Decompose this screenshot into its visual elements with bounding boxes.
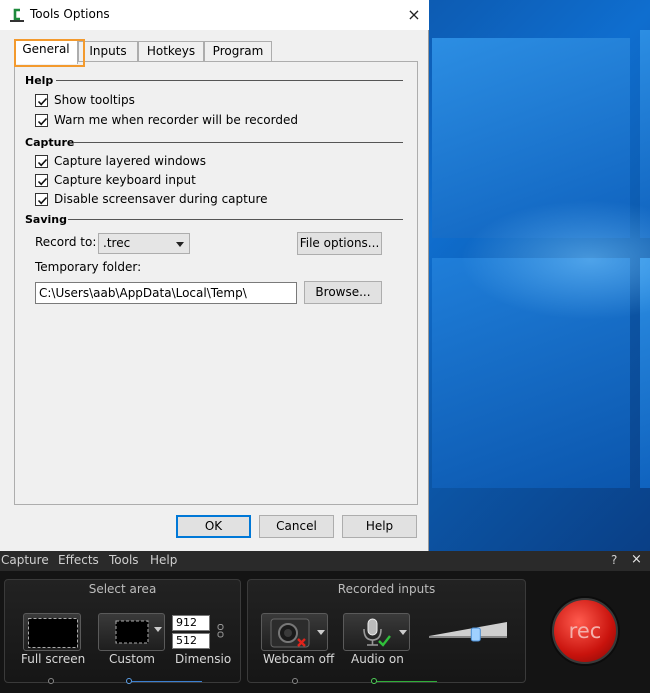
audio-label: Audio on: [351, 652, 404, 666]
help-button[interactable]: Help: [342, 515, 417, 538]
chevron-down-icon[interactable]: [399, 630, 407, 635]
checkbox[interactable]: [35, 174, 48, 187]
section-help-heading: Help: [25, 74, 54, 87]
checkbox-label: Warn me when recorder will be recorded: [54, 113, 298, 127]
cancel-button[interactable]: Cancel: [259, 515, 334, 538]
webcam-icon: [270, 618, 310, 648]
light-glow: [460, 200, 650, 320]
webcam-button[interactable]: [261, 613, 328, 651]
checkbox[interactable]: [35, 155, 48, 168]
tab-label: Hotkeys: [146, 44, 196, 58]
checkbox-label: Disable screensaver during capture: [54, 192, 268, 206]
recorded-inputs-group: Recorded inputs Webcam off Audio on: [247, 579, 526, 684]
select-value: .trec: [103, 236, 131, 250]
chevron-down-icon[interactable]: [317, 630, 325, 635]
custom-label: Custom: [109, 652, 155, 666]
tab-highlight-frame: [14, 39, 85, 67]
height-input[interactable]: 512: [172, 633, 210, 649]
chevron-down-icon[interactable]: [154, 627, 162, 632]
recorder-menu-bar: Capture Effects Tools Help ? ×: [0, 551, 650, 571]
temp-folder-input[interactable]: C:\Users\aab\AppData\Local\Temp\: [35, 282, 297, 304]
custom-area-button[interactable]: [98, 613, 165, 651]
record-to-select[interactable]: .trec: [98, 233, 190, 254]
webcam-label: Webcam off: [263, 652, 335, 666]
section-capture-heading: Capture: [25, 136, 75, 149]
indicator-line: [377, 681, 437, 682]
close-icon[interactable]: ×: [631, 552, 642, 567]
recorder-toolbar: Capture Effects Tools Help ? × Select ar…: [0, 551, 650, 693]
section-divider: [56, 80, 403, 81]
tab-inputs[interactable]: Inputs: [78, 41, 138, 62]
custom-area-icon: [115, 620, 149, 644]
title-bar[interactable]: Tools Options ×: [0, 0, 429, 30]
group-title: Recorded inputs: [337, 582, 436, 596]
indicator-dot: [48, 678, 54, 684]
section-divider: [68, 219, 403, 220]
audio-button[interactable]: [343, 613, 410, 651]
menu-help[interactable]: Help: [150, 553, 177, 567]
indicator-dot: [292, 678, 298, 684]
tab-label: Inputs: [89, 44, 127, 58]
dimensions-label: Dimensio: [175, 652, 232, 666]
menu-tools[interactable]: Tools: [109, 553, 139, 567]
checkbox-label: Capture keyboard input: [54, 173, 196, 187]
section-divider: [74, 142, 403, 143]
volume-slider[interactable]: [428, 618, 508, 644]
menu-capture[interactable]: Capture: [1, 553, 49, 567]
full-screen-button[interactable]: [23, 613, 81, 651]
tab-hotkeys[interactable]: Hotkeys: [138, 41, 204, 62]
checkbox[interactable]: [35, 94, 48, 107]
ok-button[interactable]: OK: [176, 515, 251, 538]
full-screen-icon: [28, 618, 78, 648]
chevron-down-icon: [176, 242, 184, 247]
browse-button[interactable]: Browse...: [304, 281, 382, 304]
camtasia-app-icon: [9, 6, 25, 23]
menu-effects[interactable]: Effects: [58, 553, 99, 567]
checkbox[interactable]: [35, 114, 48, 127]
checkbox[interactable]: [35, 193, 48, 206]
full-screen-label: Full screen: [21, 652, 86, 666]
record-button[interactable]: rec: [552, 598, 618, 664]
record-to-label: Record to:: [35, 235, 97, 249]
checkbox-label: Capture layered windows: [54, 154, 206, 168]
checkbox-label: Show tooltips: [54, 93, 135, 107]
dialog-title: Tools Options: [30, 7, 110, 21]
microphone-icon: [363, 618, 391, 647]
lock-aspect-icon[interactable]: [217, 624, 224, 638]
file-options-button[interactable]: File options...: [297, 232, 382, 255]
section-saving-heading: Saving: [25, 213, 67, 226]
tools-options-dialog: Tools Options × General Inputs Hotkeys P…: [0, 0, 429, 551]
indicator-line: [132, 681, 202, 682]
help-icon[interactable]: ?: [611, 553, 617, 567]
tab-label: Program: [212, 44, 264, 58]
group-title: Select area: [88, 582, 157, 596]
close-icon[interactable]: ×: [403, 4, 425, 26]
select-area-group: Select area Full screen Custom 912 512 D…: [4, 579, 241, 684]
width-input[interactable]: 912: [172, 615, 210, 631]
temp-folder-label: Temporary folder:: [35, 260, 142, 274]
tab-program[interactable]: Program: [204, 41, 272, 62]
